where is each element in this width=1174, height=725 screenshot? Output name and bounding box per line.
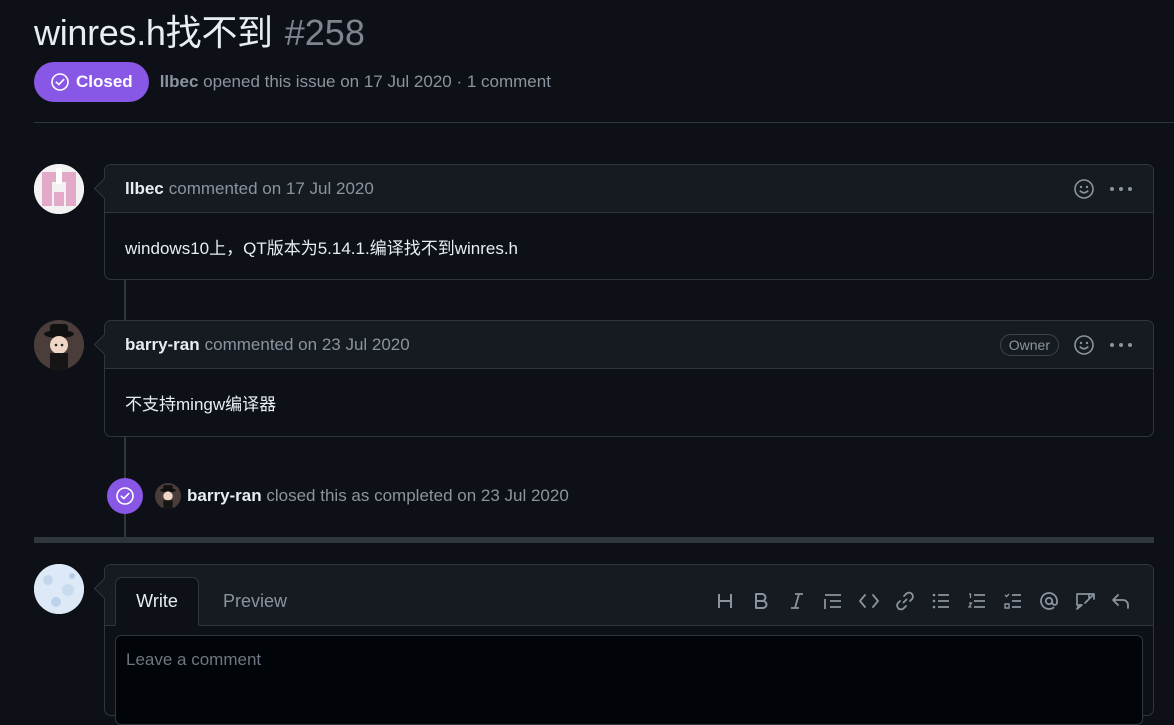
issue-meta-text: llbec opened this issue on 17 Jul 2020 ·… — [160, 72, 551, 92]
link-icon[interactable] — [893, 589, 917, 613]
comment-author[interactable]: barry-ran — [125, 335, 200, 355]
editor-header: Write Preview — [105, 565, 1153, 626]
italic-icon[interactable] — [785, 589, 809, 613]
event-text: barry-ran closed this as completed on 23… — [187, 486, 569, 506]
avatar-barry-ran[interactable] — [34, 320, 84, 370]
add-reaction-icon[interactable] — [1073, 178, 1095, 200]
check-circle-icon — [107, 478, 143, 514]
reply-icon[interactable] — [1109, 589, 1133, 613]
avatar-llbec[interactable] — [34, 164, 84, 214]
bold-icon[interactable] — [749, 589, 773, 613]
check-circle-icon — [50, 72, 70, 92]
reference-icon[interactable] — [1073, 589, 1097, 613]
comment-author[interactable]: llbec — [125, 179, 164, 199]
comment-body: 不支持mingw编译器 — [125, 395, 277, 414]
timeline-end-divider — [34, 537, 1154, 543]
quote-icon[interactable] — [821, 589, 845, 613]
task-list-icon[interactable] — [1001, 589, 1025, 613]
event-description: closed this as completed on 23 Jul 2020 — [266, 486, 569, 505]
code-icon[interactable] — [857, 589, 881, 613]
heading-icon[interactable] — [713, 589, 737, 613]
issue-meta: Closed llbec opened this issue on 17 Jul… — [34, 62, 551, 102]
owner-badge: Owner — [999, 333, 1059, 356]
comment-card: llbec commented on 17 Jul 2020 windows10… — [104, 164, 1154, 280]
timeline-line — [124, 280, 126, 321]
avatar-barry-ran-small[interactable] — [155, 483, 181, 509]
comment-editor: Write Preview Leave a comment — [104, 564, 1154, 725]
mention-icon[interactable] — [1037, 589, 1061, 613]
issue-title-row: winres.h找不到 #258 — [34, 4, 365, 54]
comment-body: windows10上，QT版本为5.14.1.编译找不到winres.h — [125, 238, 519, 258]
comment-timestamp[interactable]: commented on 23 Jul 2020 — [205, 335, 410, 355]
kebab-menu-icon[interactable] — [1109, 342, 1133, 348]
comment-timestamp[interactable]: commented on 17 Jul 2020 — [169, 179, 374, 199]
comment-card: barry-ran commented on 23 Jul 2020 Owner… — [104, 320, 1154, 437]
tab-write[interactable]: Write — [115, 577, 199, 626]
bullet-list-icon[interactable] — [929, 589, 953, 613]
issue-number: #258 — [284, 12, 365, 53]
markdown-toolbar — [713, 589, 1133, 613]
tab-preview[interactable]: Preview — [209, 577, 301, 626]
state-label: Closed — [76, 72, 133, 91]
comment-textarea[interactable]: Leave a comment — [115, 635, 1143, 725]
header-divider — [34, 122, 1174, 123]
issue-title: winres.h找不到 — [34, 12, 273, 53]
comment-header: llbec commented on 17 Jul 2020 — [105, 165, 1153, 213]
comment-header: barry-ran commented on 23 Jul 2020 Owner — [105, 321, 1153, 369]
kebab-menu-icon[interactable] — [1109, 186, 1133, 192]
issue-author-link[interactable]: llbec — [160, 72, 199, 91]
timeline-event-closed: barry-ran closed this as completed on 23… — [107, 478, 569, 514]
issue-opened-text: opened this issue on 17 Jul 2020 · 1 com… — [203, 72, 551, 91]
add-reaction-icon[interactable] — [1073, 334, 1095, 356]
state-badge-closed: Closed — [34, 62, 149, 102]
avatar-current-user[interactable] — [34, 564, 84, 614]
event-actor[interactable]: barry-ran — [187, 486, 262, 505]
numbered-list-icon[interactable] — [965, 589, 989, 613]
